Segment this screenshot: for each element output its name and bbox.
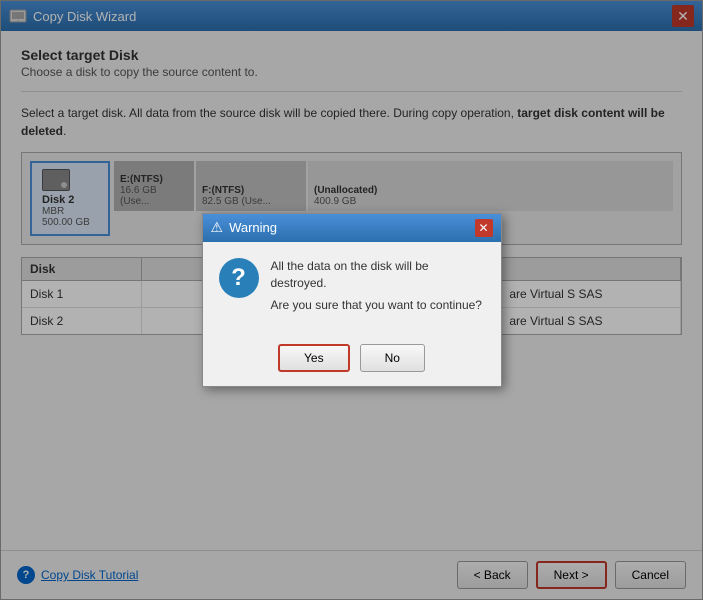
dialog-footer: Yes No bbox=[203, 336, 501, 386]
yes-button[interactable]: Yes bbox=[278, 344, 350, 372]
dialog-title: Warning bbox=[229, 220, 474, 235]
dialog-messages: All the data on the disk will be destroy… bbox=[271, 258, 485, 320]
warning-title-icon: ⚠ bbox=[211, 219, 224, 236]
warning-dialog: ⚠ Warning ✕ ? All the data on the disk w… bbox=[202, 213, 502, 387]
no-button[interactable]: No bbox=[360, 344, 425, 372]
dialog-message2: Are you sure that you want to continue? bbox=[271, 297, 485, 314]
dialog-title-bar: ⚠ Warning ✕ bbox=[203, 214, 501, 242]
dialog-message1: All the data on the disk will be destroy… bbox=[271, 258, 485, 292]
dialog-overlay: ⚠ Warning ✕ ? All the data on the disk w… bbox=[0, 0, 703, 600]
question-icon: ? bbox=[219, 258, 259, 298]
dialog-close-button[interactable]: ✕ bbox=[475, 219, 493, 237]
question-mark: ? bbox=[231, 264, 246, 292]
dialog-body: ? All the data on the disk will be destr… bbox=[203, 242, 501, 336]
